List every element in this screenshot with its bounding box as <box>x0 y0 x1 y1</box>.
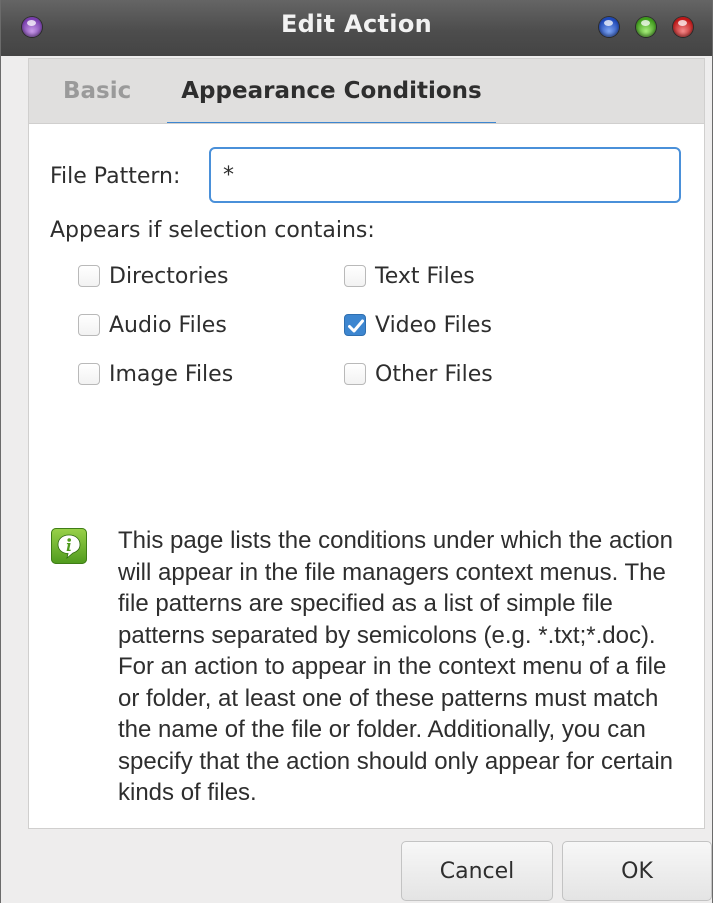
tab-appearance-conditions[interactable]: Appearance Conditions <box>167 59 496 125</box>
info-bubble-icon <box>51 528 87 564</box>
checkbox-label: Text Files <box>375 263 475 289</box>
checkbox-video-files[interactable]: Video Files <box>344 310 492 340</box>
file-pattern-label: File Pattern: <box>50 164 181 189</box>
checkbox-box[interactable] <box>344 265 366 287</box>
checkbox-other-files[interactable]: Other Files <box>344 359 493 389</box>
tab-basic[interactable]: Basic <box>63 59 131 125</box>
tab-bar: Basic Appearance Conditions <box>28 58 705 125</box>
file-pattern-input[interactable] <box>209 147 681 203</box>
info-description: This page lists the conditions under whi… <box>118 527 673 806</box>
ok-button[interactable]: OK <box>562 841 712 901</box>
maximize-icon[interactable] <box>636 17 656 37</box>
checkbox-label: Directories <box>109 263 229 289</box>
checkbox-box[interactable] <box>344 363 366 385</box>
edit-action-dialog: Edit Action Basic Appearance Conditions … <box>0 0 713 903</box>
checkbox-label: Other Files <box>375 361 493 387</box>
checkbox-text-files[interactable]: Text Files <box>344 261 475 291</box>
checkbox-box[interactable] <box>78 363 100 385</box>
checkbox-image-files[interactable]: Image Files <box>78 359 233 389</box>
close-icon[interactable] <box>673 17 693 37</box>
minimize-icon[interactable] <box>599 17 619 37</box>
checkbox-label: Audio Files <box>109 312 227 338</box>
checkmark-icon <box>348 319 364 333</box>
checkbox-label: Image Files <box>109 361 234 387</box>
checkbox-audio-files[interactable]: Audio Files <box>78 310 227 340</box>
title-bar[interactable]: Edit Action <box>1 0 712 56</box>
checkbox-box[interactable] <box>78 314 100 336</box>
appears-if-label: Appears if selection contains: <box>50 218 375 243</box>
checkbox-directories[interactable]: Directories <box>78 261 229 291</box>
checkbox-box[interactable] <box>78 265 100 287</box>
checkbox-box[interactable] <box>344 314 366 336</box>
cancel-button[interactable]: Cancel <box>401 841 553 901</box>
appearance-conditions-panel: File Pattern: Appears if selection conta… <box>28 123 705 829</box>
checkbox-label: Video Files <box>375 312 492 338</box>
